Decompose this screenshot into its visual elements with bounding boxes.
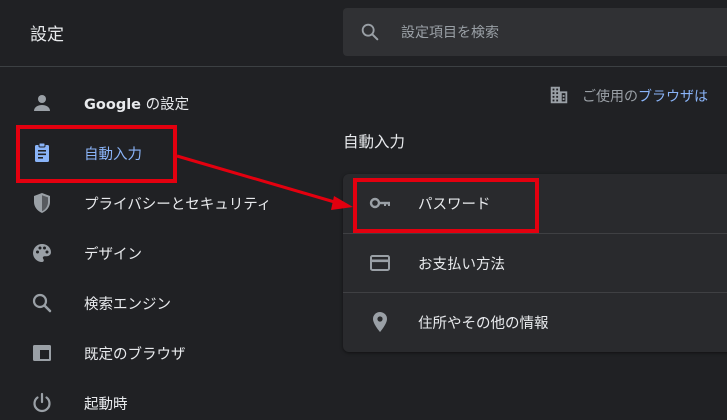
sidebar: Google の設定 自動入力 プライバシーとセキュリティ デザイン 検索エンジ — [0, 67, 320, 420]
credit-card-icon — [368, 251, 392, 275]
search-icon — [30, 291, 54, 315]
page-title: 設定 — [30, 25, 64, 45]
search-input[interactable]: 設定項目を検索 — [343, 8, 727, 56]
sidebar-item-label: 既定のブラウザ — [84, 347, 186, 363]
sidebar-item-label: プライバシーとセキュリティ — [84, 197, 272, 213]
managed-notice-text: ご使用の — [582, 89, 638, 105]
highlight-box-passwords — [353, 178, 539, 233]
sidebar-item-appearance[interactable]: デザイン — [0, 228, 320, 278]
palette-icon — [30, 241, 54, 265]
power-icon — [30, 391, 54, 415]
sidebar-item-on-startup[interactable]: 起動時 — [0, 378, 320, 420]
building-icon — [548, 84, 570, 106]
person-icon — [30, 91, 54, 115]
header: 設定 設定項目を検索 — [0, 0, 727, 67]
sidebar-item-privacy[interactable]: プライバシーとセキュリティ — [0, 178, 320, 228]
addresses-label: 住所やその他の情報 — [418, 316, 549, 332]
managed-notice-link[interactable]: ブラウザは — [638, 89, 708, 105]
highlight-box-autofill — [16, 125, 177, 183]
sidebar-item-label: Google の設定 — [84, 97, 190, 113]
payment-methods-label: お支払い方法 — [418, 257, 505, 273]
sidebar-item-label: デザイン — [84, 247, 142, 263]
location-pin-icon — [368, 310, 392, 334]
section-title: 自動入力 — [343, 133, 406, 151]
search-placeholder: 設定項目を検索 — [401, 25, 499, 41]
sidebar-item-default-browser[interactable]: 既定のブラウザ — [0, 328, 320, 378]
browser-window-icon — [30, 341, 54, 365]
search-icon — [359, 21, 381, 43]
settings-page: 設定 設定項目を検索 Google の設定 自動入力 プライバシーとセキュリティ… — [0, 0, 727, 420]
sidebar-item-label: 検索エンジン — [84, 297, 171, 313]
addresses-row[interactable]: 住所やその他の情報 — [343, 292, 727, 352]
sidebar-item-google[interactable]: Google の設定 — [0, 78, 320, 128]
sidebar-item-search-engine[interactable]: 検索エンジン — [0, 278, 320, 328]
sidebar-item-label: 起動時 — [84, 397, 128, 413]
shield-icon — [30, 191, 54, 215]
payment-methods-row[interactable]: お支払い方法 — [343, 233, 727, 293]
